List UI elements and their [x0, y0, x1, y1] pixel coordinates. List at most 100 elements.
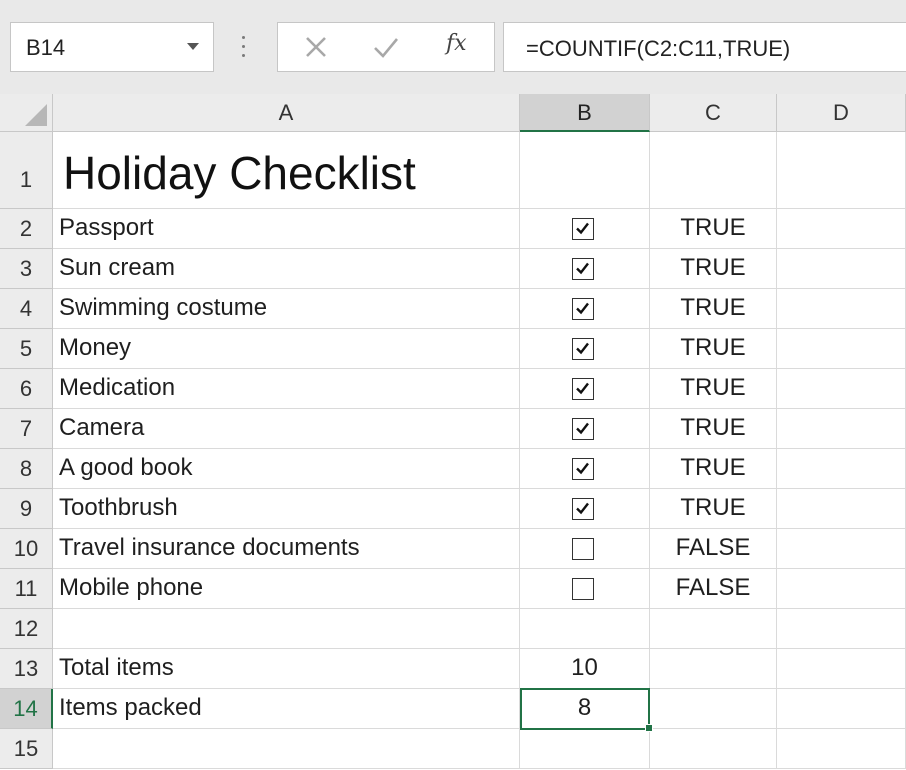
- cell-c9[interactable]: TRUE: [650, 489, 777, 529]
- insert-function-icon[interactable]: fx: [446, 31, 467, 56]
- cell-a15[interactable]: [53, 729, 520, 769]
- row-header-5[interactable]: 5: [0, 329, 53, 369]
- cell-c6[interactable]: TRUE: [650, 369, 777, 409]
- checkbox-checked[interactable]: [572, 378, 594, 400]
- cell-c1[interactable]: [650, 132, 777, 209]
- cell-d13[interactable]: [777, 649, 906, 689]
- cell-c10[interactable]: FALSE: [650, 529, 777, 569]
- cell-a9[interactable]: Toothbrush: [53, 489, 520, 529]
- fill-handle[interactable]: [645, 724, 653, 732]
- cell-c8[interactable]: TRUE: [650, 449, 777, 489]
- cell-d4[interactable]: [777, 289, 906, 329]
- column-header-a[interactable]: A: [53, 94, 520, 132]
- checkbox-checked[interactable]: [572, 458, 594, 480]
- cell-a14[interactable]: Items packed: [53, 689, 520, 729]
- row-header-1[interactable]: 1: [0, 132, 53, 209]
- cell-b10[interactable]: [520, 529, 650, 569]
- checkbox-checked[interactable]: [572, 298, 594, 320]
- cell-a10[interactable]: Travel insurance documents: [53, 529, 520, 569]
- cell-c4[interactable]: TRUE: [650, 289, 777, 329]
- checkbox-checked[interactable]: [572, 218, 594, 240]
- select-all-button[interactable]: [0, 94, 53, 132]
- row-header-8[interactable]: 8: [0, 449, 53, 489]
- cell-c15[interactable]: [650, 729, 777, 769]
- cell-c13[interactable]: [650, 649, 777, 689]
- checkbox-checked[interactable]: [572, 338, 594, 360]
- cell-c11[interactable]: FALSE: [650, 569, 777, 609]
- cell-d7[interactable]: [777, 409, 906, 449]
- cell-b8[interactable]: [520, 449, 650, 489]
- column-header-d[interactable]: D: [777, 94, 906, 132]
- cancel-icon[interactable]: [298, 31, 334, 65]
- row-header-11[interactable]: 11: [0, 569, 53, 609]
- name-box[interactable]: B14: [10, 22, 214, 72]
- row-header-9[interactable]: 9: [0, 489, 53, 529]
- cell-d2[interactable]: [777, 209, 906, 249]
- cell-d1[interactable]: [777, 132, 906, 209]
- cell-b7[interactable]: [520, 409, 650, 449]
- row-header-4[interactable]: 4: [0, 289, 53, 329]
- cell-c5[interactable]: TRUE: [650, 329, 777, 369]
- cell-b3[interactable]: [520, 249, 650, 289]
- cell-a13[interactable]: Total items: [53, 649, 520, 689]
- formula-input[interactable]: =COUNTIF(C2:C11,TRUE): [503, 22, 906, 72]
- checkbox-unchecked[interactable]: [572, 538, 594, 560]
- cell-d12[interactable]: [777, 609, 906, 649]
- cell-a2[interactable]: Passport: [53, 209, 520, 249]
- cell-d5[interactable]: [777, 329, 906, 369]
- row-header-15[interactable]: 15: [0, 729, 53, 769]
- cell-d8[interactable]: [777, 449, 906, 489]
- chevron-down-icon[interactable]: [187, 43, 199, 50]
- cell-a4[interactable]: Swimming costume: [53, 289, 520, 329]
- enter-icon[interactable]: [368, 31, 404, 65]
- cell-b9[interactable]: [520, 489, 650, 529]
- column-header-c[interactable]: C: [650, 94, 777, 132]
- cell-b13[interactable]: 10: [520, 649, 650, 689]
- cell-d10[interactable]: [777, 529, 906, 569]
- row-header-6[interactable]: 6: [0, 369, 53, 409]
- cell-c7[interactable]: TRUE: [650, 409, 777, 449]
- checkbox-unchecked[interactable]: [572, 578, 594, 600]
- row-header-14[interactable]: 14: [0, 689, 53, 729]
- checkbox-checked[interactable]: [572, 418, 594, 440]
- cell-b4[interactable]: [520, 289, 650, 329]
- cell-a6[interactable]: Medication: [53, 369, 520, 409]
- name-box-value[interactable]: B14: [26, 35, 65, 61]
- checkbox-checked[interactable]: [572, 258, 594, 280]
- row-header-7[interactable]: 7: [0, 409, 53, 449]
- cell-b1[interactable]: [520, 132, 650, 209]
- cell-a1[interactable]: Holiday Checklist: [53, 132, 520, 209]
- cell-d15[interactable]: [777, 729, 906, 769]
- cell-c14[interactable]: [650, 689, 777, 729]
- row-header-12[interactable]: 12: [0, 609, 53, 649]
- cell-c3[interactable]: TRUE: [650, 249, 777, 289]
- formula-text[interactable]: =COUNTIF(C2:C11,TRUE): [526, 36, 790, 62]
- row-header-2[interactable]: 2: [0, 209, 53, 249]
- cell-d3[interactable]: [777, 249, 906, 289]
- cell-d6[interactable]: [777, 369, 906, 409]
- cell-b15[interactable]: [520, 729, 650, 769]
- column-header-b[interactable]: B: [520, 94, 650, 132]
- row-header-3[interactable]: 3: [0, 249, 53, 289]
- cell-b2[interactable]: [520, 209, 650, 249]
- cell-a7[interactable]: Camera: [53, 409, 520, 449]
- cell-d9[interactable]: [777, 489, 906, 529]
- row-header-10[interactable]: 10: [0, 529, 53, 569]
- checkbox-checked[interactable]: [572, 498, 594, 520]
- cell-c2[interactable]: TRUE: [650, 209, 777, 249]
- cell-a11[interactable]: Mobile phone: [53, 569, 520, 609]
- cell-d11[interactable]: [777, 569, 906, 609]
- cell-a3[interactable]: Sun cream: [53, 249, 520, 289]
- cell-b11[interactable]: [520, 569, 650, 609]
- row-header-13[interactable]: 13: [0, 649, 53, 689]
- cell-b5[interactable]: [520, 329, 650, 369]
- cell-b12[interactable]: [520, 609, 650, 649]
- cell-b14[interactable]: 8: [520, 689, 650, 729]
- cell-b6[interactable]: [520, 369, 650, 409]
- cell-c12[interactable]: [650, 609, 777, 649]
- cell-d14[interactable]: [777, 689, 906, 729]
- drag-handle-icon[interactable]: [242, 36, 246, 60]
- cell-a5[interactable]: Money: [53, 329, 520, 369]
- cell-a8[interactable]: A good book: [53, 449, 520, 489]
- cell-a12[interactable]: [53, 609, 520, 649]
